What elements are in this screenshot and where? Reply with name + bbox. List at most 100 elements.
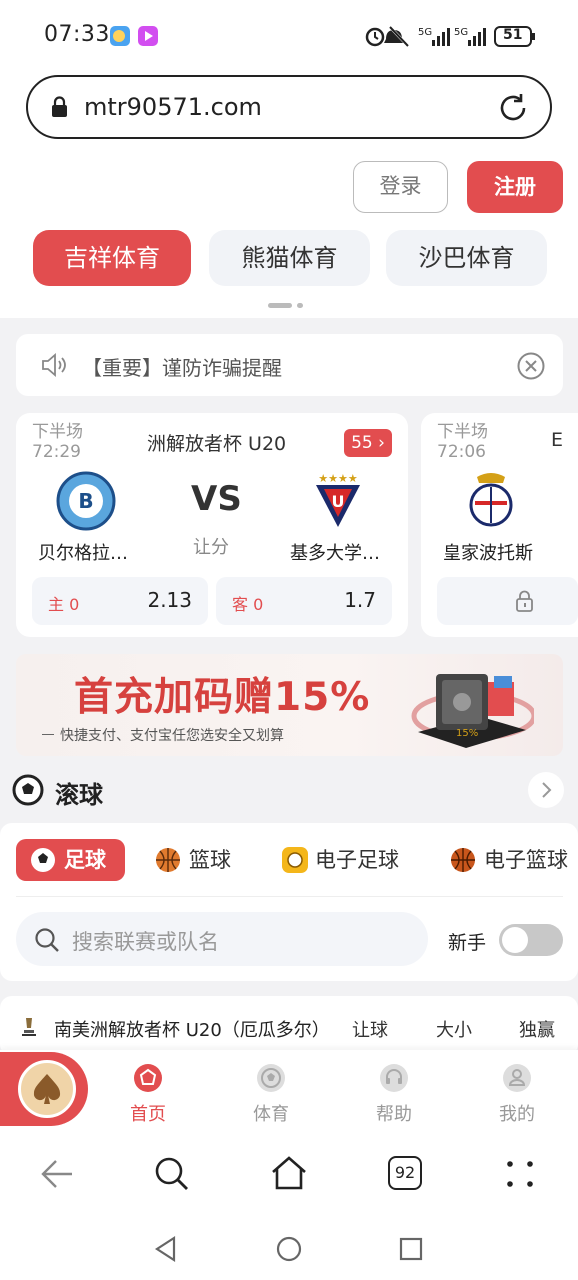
floating-logo-button[interactable] [0, 1052, 88, 1126]
column-moneyline: 独赢 [519, 1020, 555, 1041]
away-handicap: 客 0 [232, 595, 264, 614]
spade-icon [33, 1074, 61, 1104]
tabs-counter-button[interactable]: 92 [388, 1156, 422, 1190]
nav-item-profile[interactable]: 我的 [487, 1064, 547, 1126]
live-more-button[interactable] [528, 772, 564, 808]
reload-icon[interactable] [496, 91, 530, 125]
soccer-ball-icon [12, 774, 44, 806]
sport-tab-label: 篮球 [189, 848, 231, 872]
weather-app-icon [110, 26, 130, 46]
search-icon[interactable] [154, 1156, 190, 1192]
nav-item-sports[interactable]: 体育 [241, 1064, 301, 1126]
sport-tab-label: 电子足球 [315, 848, 399, 872]
sport-tab-basketball[interactable]: 篮球 [155, 839, 231, 881]
sport-tab-football[interactable]: 足球 [16, 839, 125, 881]
novice-label: 新手 [448, 932, 487, 954]
match-period: 下半场 [32, 422, 83, 442]
svg-text:U: U [332, 492, 345, 511]
login-button[interactable]: 登录 [353, 161, 448, 213]
chevron-right-icon [542, 782, 552, 798]
more-dots-icon[interactable] [504, 1158, 536, 1190]
provider-tab-panda[interactable]: 熊猫体育 [209, 230, 370, 286]
nav-label: 体育 [253, 1104, 289, 1125]
lock-icon [516, 590, 533, 612]
live-title: 滚球 [55, 781, 103, 809]
safe-illustration-icon: 15% [411, 674, 534, 748]
carousel-dot-active [268, 303, 292, 308]
toggle-knob [502, 927, 528, 953]
system-back-icon[interactable] [152, 1235, 180, 1263]
browser-toolbar: 92 [0, 1128, 578, 1220]
match-clock: 72:06 [437, 442, 486, 462]
close-icon[interactable] [516, 351, 546, 381]
sport-tab-ebasketball[interactable]: 电子篮球 [450, 839, 568, 881]
home-team-name: 皇家波托斯 [443, 543, 533, 564]
status-time: 07:33 [44, 22, 110, 47]
svg-text:B: B [78, 489, 93, 513]
nav-label: 首页 [130, 1104, 166, 1125]
home-odds-button[interactable]: 主 0 2.13 [32, 577, 208, 625]
promo-banner[interactable]: 首充加码赠15% 快捷支付、支付宝任您选安全又划算 15% [16, 654, 563, 756]
esports-football-icon [282, 847, 308, 873]
lock-icon [52, 96, 67, 117]
avatar [18, 1060, 76, 1118]
search-icon [35, 928, 59, 952]
home-icon[interactable] [270, 1154, 308, 1192]
address-bar[interactable]: mtr90571.com [26, 75, 552, 139]
provider-tab-jixiang[interactable]: 吉祥体育 [33, 230, 191, 286]
nav-item-help[interactable]: 帮助 [364, 1064, 424, 1126]
divider [16, 896, 563, 897]
away-odds: 1.7 [344, 588, 376, 612]
match-card[interactable]: 下半场 72:29 洲解放者杯 U20 55 › B VS 让分 ★★★★ U … [16, 413, 408, 637]
home-handicap: 主 0 [48, 595, 80, 614]
svg-text:★★★★: ★★★★ [318, 472, 358, 485]
locked-odds-button[interactable] [437, 577, 578, 625]
video-app-icon [138, 26, 158, 46]
svg-text:5G: 5G [418, 27, 432, 38]
system-home-icon[interactable] [275, 1235, 303, 1263]
soccer-ball-icon [257, 1064, 285, 1092]
more-markets-badge[interactable]: 55 › [344, 429, 392, 457]
match-league: E [551, 429, 564, 451]
match-card[interactable]: 下半场 72:06 E 皇家波托斯 [421, 413, 578, 637]
basketball-icon [451, 848, 475, 872]
battery-level: 51 [503, 27, 523, 43]
notice-bar[interactable]: 【重要】谨防诈骗提醒 [16, 334, 563, 396]
nav-label: 我的 [499, 1104, 535, 1125]
system-nav-bar [0, 1215, 578, 1280]
url-text[interactable]: mtr90571.com [84, 93, 262, 121]
status-bar: 07:33 5G 5G 51 [0, 0, 578, 70]
vs-label: VS [191, 479, 242, 519]
column-over-under: 大小 [436, 1020, 472, 1041]
register-button[interactable]: 注册 [467, 161, 563, 213]
carousel-dot [297, 303, 303, 308]
search-input[interactable]: 搜索联赛或队名 [16, 912, 428, 966]
league-header-row[interactable]: 南美洲解放者杯 U20（厄瓜多尔） 让球 大小 独赢 [0, 996, 578, 1056]
away-odds-button[interactable]: 客 0 1.7 [216, 577, 392, 625]
sport-tab-efootball[interactable]: 电子足球 [281, 839, 399, 881]
column-handicap: 让球 [352, 1020, 388, 1041]
market-label: 让分 [193, 537, 229, 558]
provider-tab-saba[interactable]: 沙巴体育 [386, 230, 547, 286]
system-recents-icon[interactable] [398, 1236, 424, 1262]
home-odds: 2.13 [147, 588, 192, 612]
sport-tab-label: 电子篮球 [484, 848, 568, 872]
home-icon [134, 1064, 162, 1092]
team-logo-belgrano: B [56, 471, 116, 531]
away-team-name: 基多大学… [290, 543, 380, 564]
novice-toggle[interactable] [499, 924, 563, 956]
league-name: 南美洲解放者杯 U20（厄瓜多尔） [54, 1020, 330, 1041]
match-league: 洲解放者杯 U20 [147, 433, 287, 455]
nav-item-home[interactable]: 首页 [118, 1064, 178, 1126]
svg-text:15%: 15% [456, 728, 478, 739]
divider [42, 734, 54, 735]
sport-tab-label: 足球 [64, 848, 106, 872]
speaker-icon [42, 353, 66, 377]
chevron-right-icon: › [378, 433, 385, 453]
back-arrow-icon[interactable] [38, 1156, 78, 1192]
nav-label: 帮助 [376, 1104, 412, 1125]
basketball-icon [156, 848, 180, 872]
more-markets-count: 55 [351, 433, 373, 453]
team-logo-real-potosi [469, 473, 513, 527]
promo-headline: 首充加码赠15% [74, 675, 371, 720]
